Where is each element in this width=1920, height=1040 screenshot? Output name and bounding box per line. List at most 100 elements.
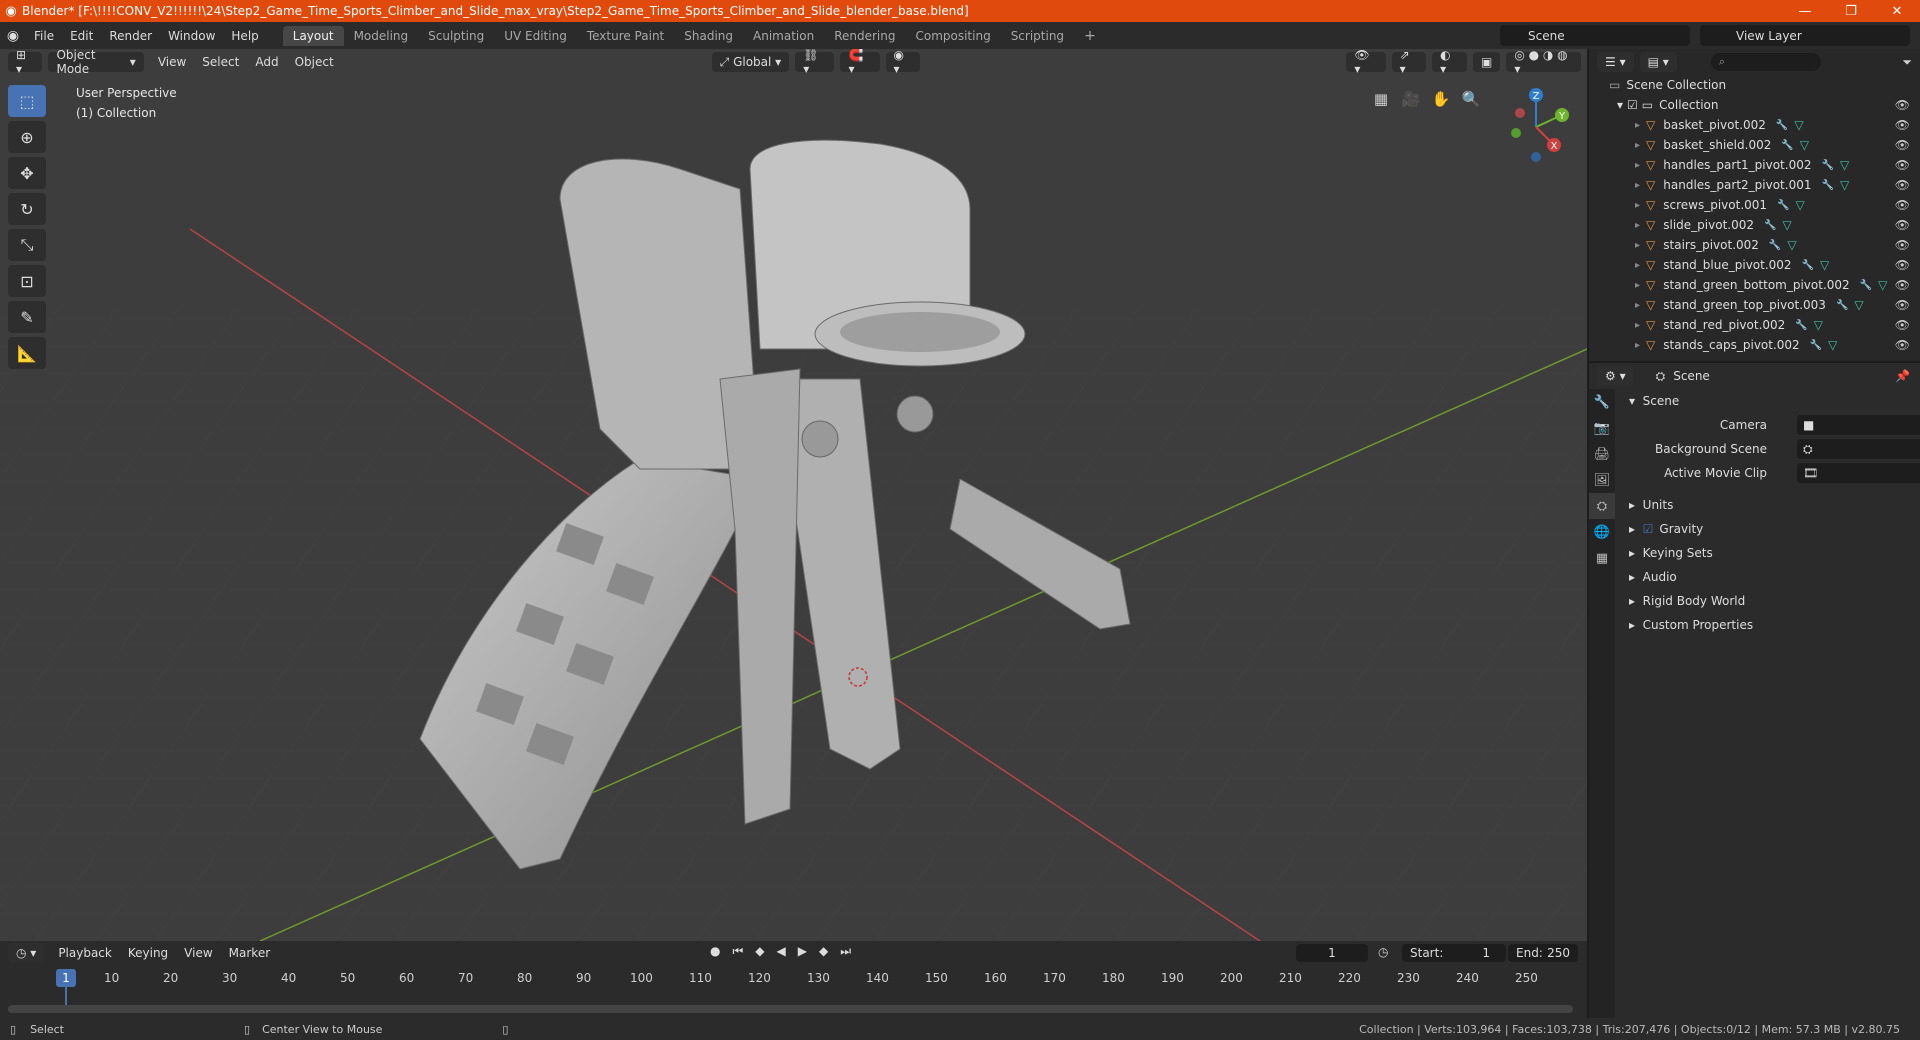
mesh-data-icon[interactable]: ▽ — [1782, 218, 1791, 232]
eye-icon[interactable]: 👁 — [1895, 238, 1910, 252]
eye-icon[interactable]: 👁 — [1895, 258, 1910, 272]
close-button[interactable]: ✕ — [1874, 0, 1920, 22]
modifier-icon[interactable]: 🔧 — [1764, 220, 1776, 231]
viewport-menu-add[interactable]: Add — [247, 55, 286, 69]
modifier-icon[interactable]: 🔧 — [1821, 160, 1833, 171]
eye-icon[interactable]: 👁 — [1895, 138, 1910, 152]
gizmo-toggle-button[interactable]: ⇗ ▾ — [1391, 49, 1427, 76]
checkbox-icon[interactable]: ☑ — [1627, 98, 1638, 112]
viewport-menu-view[interactable]: View — [150, 55, 194, 69]
mesh-data-icon[interactable]: ▽ — [1878, 278, 1887, 292]
tab-uv-editing[interactable]: UV Editing — [494, 26, 577, 46]
mesh-data-icon[interactable]: ▽ — [1787, 238, 1796, 252]
eye-icon[interactable]: 👁 — [1895, 338, 1910, 352]
snap-button[interactable]: 🧲 ▾ — [840, 49, 880, 76]
axis-navigation-gizmo[interactable]: Z Y X — [1496, 85, 1576, 165]
units-panel-header[interactable]: ▸ Units — [1617, 493, 1920, 517]
outliner-object-row[interactable]: ▸ ▽ stand_blue_pivot.002 🔧 ▽ 👁 — [1589, 255, 1920, 275]
eye-icon[interactable]: 👁 — [1895, 118, 1910, 132]
tab-sculpting[interactable]: Sculpting — [418, 26, 494, 46]
expand-arrow-icon[interactable]: ▸ — [1635, 180, 1640, 191]
expand-arrow-icon[interactable]: ▸ — [1635, 240, 1640, 251]
display-mode-button[interactable]: ▤ ▾ — [1639, 52, 1677, 72]
overlay-toggle-button[interactable]: ◐ ▾ — [1432, 49, 1467, 76]
rigid-body-world-panel-header[interactable]: ▸ Rigid Body World — [1617, 589, 1920, 613]
viewport-menu-select[interactable]: Select — [194, 55, 247, 69]
eye-icon[interactable]: 👁 — [1895, 318, 1910, 332]
proportional-editing-button[interactable]: ◉ ▾ — [885, 49, 921, 76]
minimize-button[interactable]: — — [1782, 0, 1828, 22]
expand-arrow-icon[interactable]: ▸ — [1635, 260, 1640, 271]
timeline-editor-type-button[interactable]: ◷ ▾ — [8, 943, 45, 963]
xray-toggle-button[interactable]: ▣ — [1472, 52, 1501, 72]
outliner-object-row[interactable]: ▸ ▽ handles_part1_pivot.002 🔧 ▽ 👁 — [1589, 155, 1920, 175]
modifier-icon[interactable]: 🔧 — [1810, 340, 1822, 351]
jump-end-icon[interactable]: ⏭ — [840, 944, 851, 959]
expand-arrow-icon[interactable]: ▸ — [1635, 140, 1640, 151]
expand-arrow-icon[interactable]: ▸ — [1635, 220, 1640, 231]
menu-edit[interactable]: Edit — [62, 29, 101, 43]
editor-type-button[interactable]: ⊞ ▾ — [8, 49, 43, 76]
world-tab-icon[interactable]: 🌐 — [1589, 519, 1615, 545]
camera-field[interactable]: ■ — [1797, 415, 1920, 435]
zoom-icon[interactable]: 🔍 — [1457, 85, 1485, 113]
properties-editor-type-button[interactable]: ⚙ ▾ — [1597, 366, 1634, 386]
outliner-object-row[interactable]: ▸ ▽ stands_caps_pivot.002 🔧 ▽ 👁 — [1589, 335, 1920, 355]
gravity-checkbox[interactable]: ☑ — [1643, 522, 1654, 536]
mesh-data-icon[interactable]: ▽ — [1840, 158, 1849, 172]
scale-tool-icon[interactable]: ⤡ — [8, 229, 46, 261]
tab-texture-paint[interactable]: Texture Paint — [577, 26, 674, 46]
prev-keyframe-icon[interactable]: ◆ — [755, 944, 764, 959]
mode-selector[interactable]: Object Mode ▾ — [48, 49, 144, 76]
mesh-data-icon[interactable]: ▽ — [1840, 178, 1849, 192]
mesh-data-icon[interactable]: ▽ — [1794, 118, 1803, 132]
next-keyframe-icon[interactable]: ◆ — [819, 944, 828, 959]
toggle-perspective-icon[interactable]: ▦ — [1367, 85, 1395, 113]
tool-tab-icon[interactable]: 🔧 — [1589, 389, 1615, 415]
timeline-menu-playback[interactable]: Playback — [50, 946, 120, 960]
measure-tool-icon[interactable]: 📐 — [8, 337, 46, 369]
add-workspace-button[interactable]: + — [1074, 25, 1106, 47]
outliner-object-row[interactable]: ▸ ▽ stand_green_top_pivot.003 🔧 ▽ 👁 — [1589, 295, 1920, 315]
frame-ruler[interactable]: 1 10 20 30 40 50 60 70 80 90 100 110 120… — [8, 969, 1578, 1013]
modifier-icon[interactable]: 🔧 — [1795, 320, 1807, 331]
scene-selector[interactable]: Scene — [1500, 25, 1690, 46]
pivot-point-button[interactable]: ⛓ ▾ — [795, 49, 835, 76]
expand-arrow-icon[interactable]: ▸ — [1635, 300, 1640, 311]
mesh-data-icon[interactable]: ▽ — [1814, 318, 1823, 332]
gravity-panel-header[interactable]: ▸ ☑ Gravity — [1617, 517, 1920, 541]
eye-icon[interactable]: 👁 — [1895, 298, 1910, 312]
timeline-menu-marker[interactable]: Marker — [221, 946, 278, 960]
modifier-icon[interactable]: 🔧 — [1802, 260, 1814, 271]
outliner-object-row[interactable]: ▸ ▽ basket_shield.002 🔧 ▽ 👁 — [1589, 135, 1920, 155]
record-icon[interactable]: ● — [710, 944, 720, 959]
mesh-data-icon[interactable]: ▽ — [1800, 138, 1809, 152]
modifier-icon[interactable]: 🔧 — [1821, 180, 1833, 191]
expand-arrow-icon[interactable]: ▾ — [1617, 98, 1623, 112]
eye-icon[interactable]: 👁 — [1895, 178, 1910, 192]
rotate-tool-icon[interactable]: ↻ — [8, 193, 46, 225]
menu-window[interactable]: Window — [160, 29, 223, 43]
playhead[interactable]: 1 — [56, 969, 76, 987]
timeline-menu-view[interactable]: View — [176, 946, 220, 960]
audio-panel-header[interactable]: ▸ Audio — [1617, 565, 1920, 589]
3d-viewport[interactable]: ⊞ ▾ Object Mode ▾ View Select Add Object… — [0, 49, 1587, 941]
modifier-icon[interactable]: 🔧 — [1769, 240, 1781, 251]
play-reverse-icon[interactable]: ◀ — [777, 944, 786, 959]
background-scene-field[interactable]: ⛭ — [1797, 439, 1920, 459]
pin-icon[interactable]: 📌 — [1895, 369, 1910, 383]
menu-file[interactable]: File — [26, 29, 62, 43]
outliner-object-row[interactable]: ▸ ▽ stairs_pivot.002 🔧 ▽ 👁 — [1589, 235, 1920, 255]
tab-animation[interactable]: Animation — [743, 26, 824, 46]
tab-scripting[interactable]: Scripting — [1001, 26, 1074, 46]
modifier-icon[interactable]: 🔧 — [1860, 280, 1872, 291]
output-tab-icon[interactable]: 🖨 — [1589, 441, 1615, 467]
timeline-menu-keying[interactable]: Keying — [120, 946, 176, 960]
eye-icon[interactable]: 👁 — [1895, 218, 1910, 232]
transform-orientation-selector[interactable]: ⤢ Global ▾ — [711, 52, 790, 72]
scene-tab-icon[interactable]: ⛭ — [1589, 493, 1615, 519]
shading-mode-buttons[interactable]: ◎ ● ◑ ◍ ▾ — [1506, 49, 1581, 76]
restore-button[interactable]: ❐ — [1828, 0, 1874, 22]
tab-modeling[interactable]: Modeling — [344, 26, 419, 46]
expand-arrow-icon[interactable]: ▸ — [1635, 280, 1640, 291]
